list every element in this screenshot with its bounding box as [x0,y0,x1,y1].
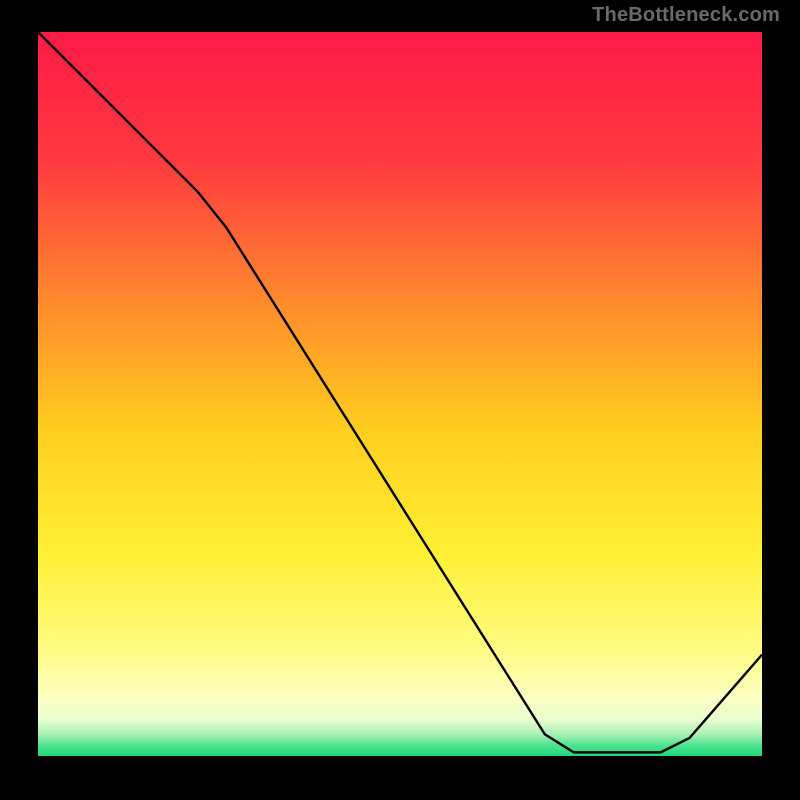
attribution-text: TheBottleneck.com [592,4,780,27]
chart-svg [38,32,762,756]
bottleneck-chart [38,32,762,756]
